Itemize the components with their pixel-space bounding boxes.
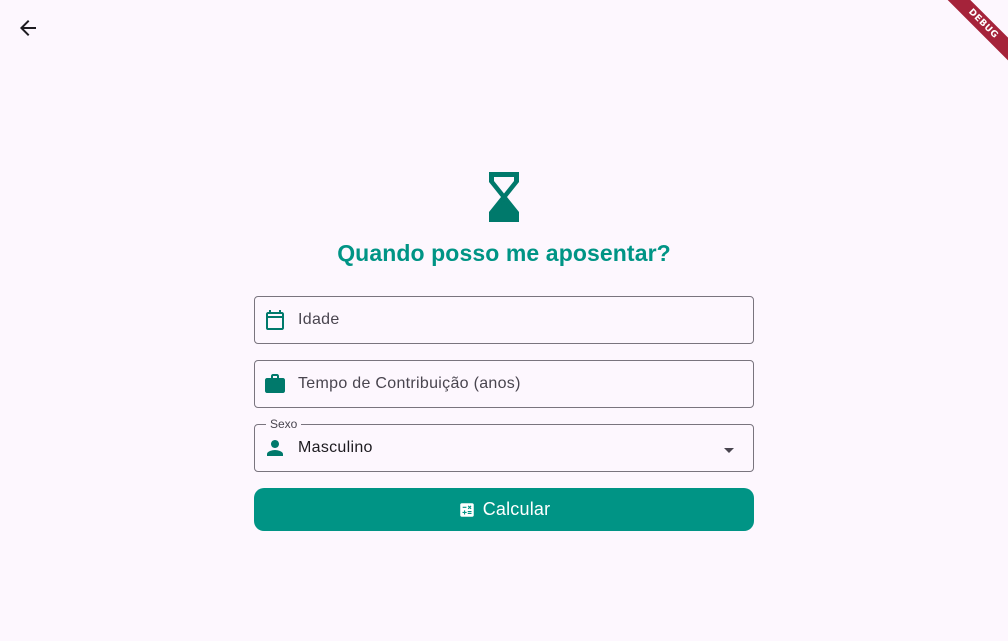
contribution-field[interactable]: Tempo de Contribuição (anos) (254, 360, 754, 408)
arrow-back-icon (20, 20, 36, 36)
contribution-placeholder: Tempo de Contribuição (anos) (298, 375, 521, 392)
sex-dropdown[interactable]: Sexo Masculino (254, 416, 754, 472)
sex-selected-value: Masculino (298, 439, 373, 456)
calculate-button-label: Calcular (482, 499, 551, 519)
hourglass-icon (489, 172, 519, 222)
arrow-drop-down-icon[interactable] (717, 438, 741, 462)
person-icon (267, 440, 283, 456)
age-placeholder: Idade (298, 311, 340, 328)
sex-label: Sexo (266, 416, 302, 432)
debug-banner-label: DEBUG (938, 0, 1008, 69)
calendar-icon (266, 310, 284, 330)
calculate-button[interactable]: Calcular (254, 488, 754, 531)
briefcase-icon (265, 374, 285, 393)
age-field[interactable]: Idade (254, 296, 754, 344)
back-button[interactable] (10, 10, 46, 46)
page-title: Quando posso me aposentar? (337, 240, 671, 266)
debug-banner: DEBUG (928, 0, 1008, 80)
calculate-icon (459, 502, 474, 517)
